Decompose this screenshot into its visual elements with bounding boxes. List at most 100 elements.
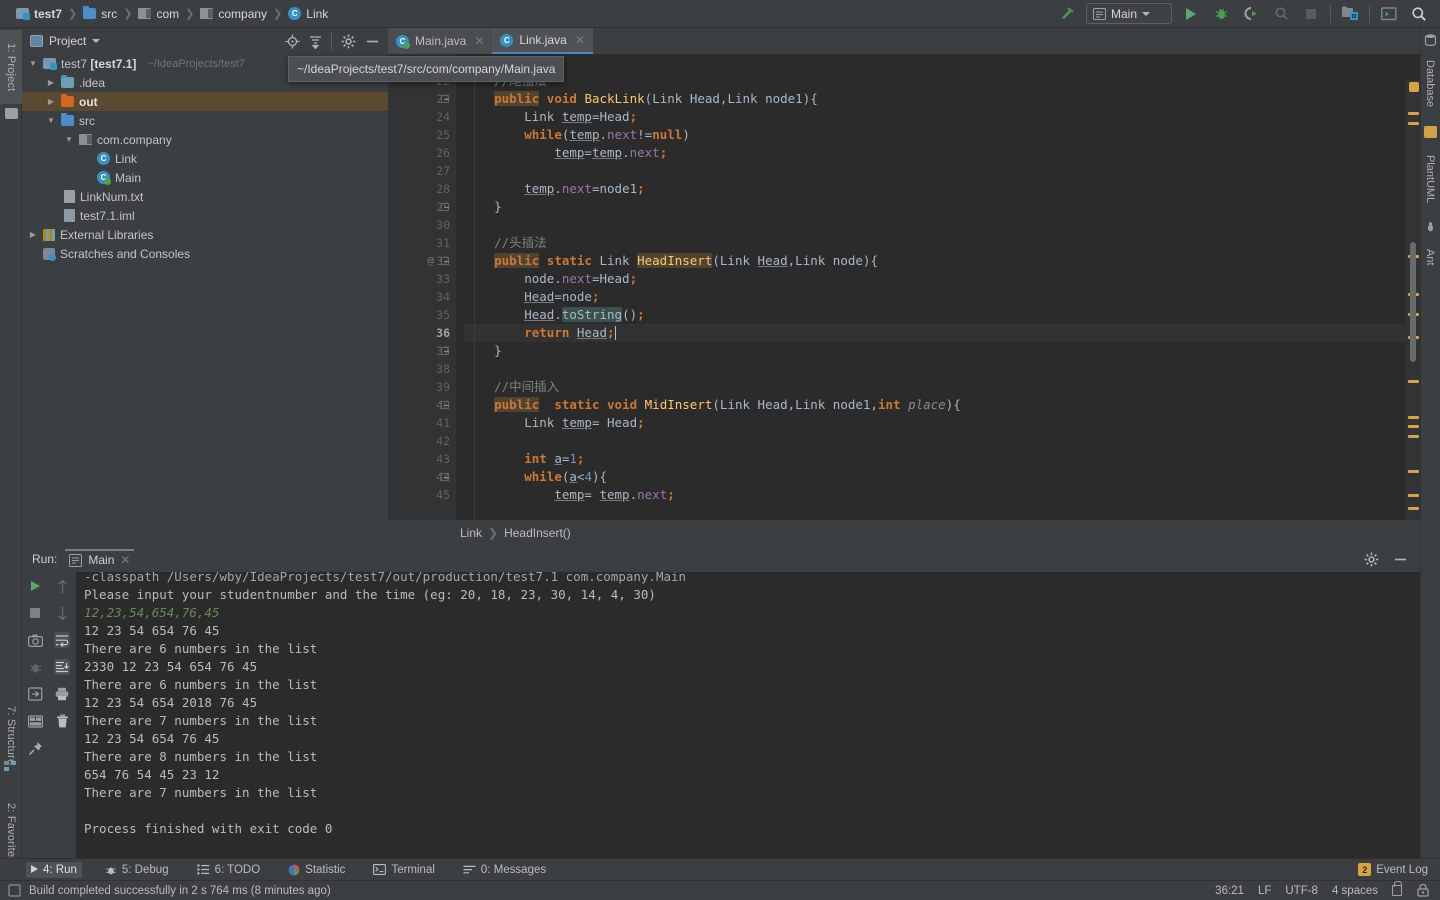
build-hammer-icon[interactable] bbox=[1056, 3, 1078, 25]
bottom-item-debug[interactable]: 5: Debug bbox=[100, 862, 174, 878]
tree-node-main[interactable]: C Main bbox=[22, 168, 388, 187]
fold-marker-icon[interactable] bbox=[440, 252, 450, 270]
status-message[interactable]: Build completed successfully in 2 s 764 … bbox=[29, 885, 331, 897]
select-target-button[interactable] bbox=[1378, 3, 1400, 25]
indent-setting[interactable]: 4 spaces bbox=[1332, 885, 1378, 897]
debug-button[interactable] bbox=[1210, 3, 1232, 25]
tree-node-scratches[interactable]: Scratches and Consoles bbox=[22, 244, 388, 263]
breadcrumb-class[interactable]: Link bbox=[460, 526, 482, 540]
warning-stripe[interactable] bbox=[1408, 416, 1419, 419]
close-icon[interactable]: ✕ bbox=[474, 34, 484, 48]
code-editor[interactable]: 21 22 23 24 25 26 27 28 29 30 31 32@ 33 … bbox=[388, 54, 1420, 520]
rerun-icon[interactable] bbox=[27, 578, 43, 594]
tree-node-out[interactable]: ▶ out bbox=[22, 92, 388, 111]
run-console-output[interactable]: -classpath /Users/wby/IdeaProjects/test7… bbox=[84, 572, 1420, 858]
export-icon[interactable] bbox=[27, 686, 43, 702]
project-structure-button[interactable] bbox=[1339, 3, 1361, 25]
bottom-item-statistic[interactable]: Statistic bbox=[283, 862, 350, 878]
chevron-right-icon[interactable]: ▶ bbox=[28, 230, 38, 239]
fold-marker-icon[interactable] bbox=[440, 468, 450, 486]
debug-rerun-icon[interactable] bbox=[27, 659, 43, 675]
collapse-all-icon[interactable] bbox=[309, 34, 322, 49]
line-separator[interactable]: LF bbox=[1258, 885, 1271, 897]
project-tree[interactable]: ▼ test7 [test7.1] ~/IdeaProjects/test7 ▶… bbox=[22, 54, 388, 546]
settings-gear-icon[interactable] bbox=[1364, 552, 1379, 567]
scroll-up-icon[interactable] bbox=[54, 578, 70, 594]
breadcrumb-method[interactable]: HeadInsert() bbox=[504, 526, 571, 540]
error-stripe-column[interactable] bbox=[1406, 80, 1420, 520]
editor-tab-main-java[interactable]: C Main.java ✕ bbox=[388, 28, 493, 54]
fold-marker-icon[interactable] bbox=[440, 198, 450, 216]
sidebar-item-plantuml[interactable]: PlantUML bbox=[1420, 140, 1440, 218]
inspection-status-indicator[interactable] bbox=[1409, 82, 1419, 92]
sidebar-item-project[interactable]: 1: Project bbox=[0, 30, 22, 104]
print-icon[interactable] bbox=[54, 686, 70, 702]
breadcrumb-item-com[interactable]: com bbox=[134, 7, 183, 21]
chevron-down-icon[interactable]: ▼ bbox=[46, 116, 56, 125]
sidebar-item-ant[interactable]: Ant bbox=[1420, 236, 1440, 278]
locate-icon[interactable] bbox=[285, 34, 300, 49]
scroll-down-icon[interactable] bbox=[54, 605, 70, 621]
camera-icon[interactable] bbox=[27, 632, 43, 648]
tree-node-iml[interactable]: test7.1.iml bbox=[22, 206, 388, 225]
pin-icon[interactable] bbox=[27, 740, 43, 756]
editor-gutter[interactable]: 21 22 23 24 25 26 27 28 29 30 31 32@ 33 … bbox=[388, 54, 456, 520]
fold-marker-icon[interactable] bbox=[440, 396, 450, 414]
line-number-current: 36 bbox=[436, 326, 450, 340]
tree-node-external-libraries[interactable]: ▶ External Libraries bbox=[22, 225, 388, 244]
event-log-button[interactable]: 2 Event Log bbox=[1358, 863, 1440, 876]
hide-icon[interactable] bbox=[365, 35, 380, 48]
warning-stripe[interactable] bbox=[1408, 494, 1419, 497]
run-button[interactable] bbox=[1180, 3, 1202, 25]
run-tab-main[interactable]: Main ✕ bbox=[65, 549, 135, 569]
breadcrumb-item-company[interactable]: company bbox=[196, 7, 271, 21]
tree-node-link[interactable]: C Link bbox=[22, 149, 388, 168]
settings-gear-icon[interactable] bbox=[341, 34, 356, 49]
inspections-icon[interactable] bbox=[1416, 883, 1430, 898]
stop-icon[interactable] bbox=[27, 605, 43, 621]
bottom-item-terminal[interactable]: Terminal bbox=[368, 862, 439, 878]
breadcrumb-item-src[interactable]: src bbox=[79, 6, 121, 21]
warning-stripe[interactable] bbox=[1408, 380, 1419, 383]
run-configuration-selector[interactable]: Main bbox=[1086, 3, 1172, 24]
sidebar-item-database[interactable]: Database bbox=[1420, 48, 1440, 120]
warning-stripe[interactable] bbox=[1408, 112, 1419, 115]
bottom-item-messages[interactable]: 0: Messages bbox=[458, 862, 551, 878]
breadcrumb-item-project[interactable]: test7 bbox=[12, 7, 66, 21]
code-text[interactable]: //尾插法 public void BackLink(Link Head,Lin… bbox=[464, 54, 1420, 520]
fold-marker-icon[interactable] bbox=[440, 90, 450, 108]
warning-stripe[interactable] bbox=[1408, 435, 1419, 438]
chevron-right-icon[interactable]: ▶ bbox=[46, 97, 56, 106]
warning-stripe[interactable] bbox=[1408, 122, 1419, 125]
editor-tab-link-java[interactable]: C Link.java ✕ bbox=[492, 28, 593, 54]
bottom-item-todo[interactable]: 6: TODO bbox=[192, 862, 266, 878]
stop-button[interactable] bbox=[1300, 3, 1322, 25]
tree-node-com-company[interactable]: ▼ com.company bbox=[22, 130, 388, 149]
lock-icon[interactable] bbox=[1392, 881, 1402, 896]
layout-icon[interactable] bbox=[27, 713, 43, 729]
run-coverage-button[interactable] bbox=[1240, 3, 1262, 25]
profile-button[interactable] bbox=[1270, 3, 1292, 25]
bottom-item-run[interactable]: 4: Run bbox=[26, 861, 82, 878]
fold-marker-icon[interactable] bbox=[440, 342, 450, 360]
warning-stripe[interactable] bbox=[1408, 425, 1419, 428]
warning-stripe[interactable] bbox=[1408, 470, 1419, 473]
editor-scrollbar-thumb[interactable] bbox=[1410, 242, 1416, 362]
clear-all-icon[interactable] bbox=[54, 713, 70, 729]
breadcrumb-item-link[interactable]: C Link bbox=[284, 7, 332, 21]
hide-icon[interactable] bbox=[1393, 553, 1408, 566]
warning-stripe[interactable] bbox=[1408, 507, 1419, 510]
search-everywhere-button[interactable] bbox=[1408, 3, 1430, 25]
chevron-down-icon[interactable]: ▼ bbox=[28, 59, 38, 68]
chevron-down-icon[interactable] bbox=[92, 39, 101, 43]
close-icon[interactable]: ✕ bbox=[120, 553, 130, 567]
caret-position[interactable]: 36:21 bbox=[1215, 885, 1244, 897]
chevron-right-icon[interactable]: ▶ bbox=[46, 78, 56, 87]
close-icon[interactable]: ✕ bbox=[575, 33, 585, 47]
tree-node-linknum-txt[interactable]: LinkNum.txt bbox=[22, 187, 388, 206]
soft-wrap-icon[interactable] bbox=[54, 632, 70, 648]
tree-node-src[interactable]: ▼ src bbox=[22, 111, 388, 130]
scroll-to-end-icon[interactable] bbox=[54, 659, 70, 675]
file-encoding[interactable]: UTF-8 bbox=[1285, 885, 1318, 897]
chevron-down-icon[interactable]: ▼ bbox=[64, 135, 74, 144]
